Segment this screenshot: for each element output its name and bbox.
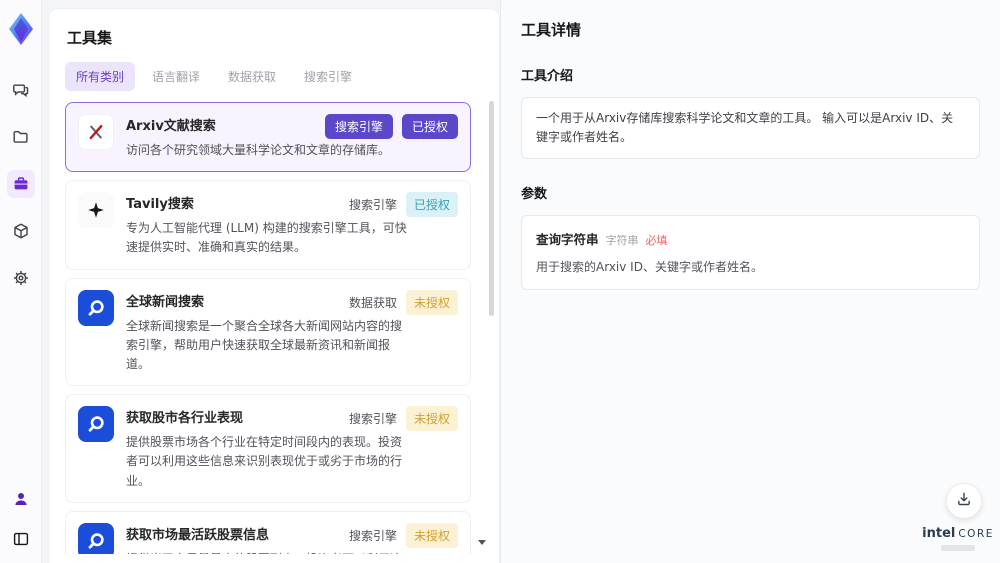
sidebar-item-models[interactable] (7, 217, 35, 245)
tool-card[interactable]: 获取市场最活跃股票信息 提供当天交易量最高的股票列表，投资者可以利用这些信息来识… (65, 510, 471, 554)
tool-description: 专为人工智能代理 (LLM) 构建的搜索引擎工具，可快速提供实时、准确和真实的结… (126, 221, 407, 255)
download-icon (956, 491, 972, 511)
tool-category-badge: 搜索引擎 (324, 114, 393, 139)
param-type: 字符串 (605, 234, 639, 248)
tool-status-badge: 已授权 (401, 114, 458, 139)
cube-icon (12, 222, 30, 240)
tool-card[interactable]: 全球新闻搜索 全球新闻搜索是一个聚合全球各大新闻网站内容的搜索引擎，帮助用户快速… (65, 277, 471, 387)
tool-description: 提供股票市场各个行业在特定时间段内的表现。投资者可以利用这些信息来识别表现优于或… (126, 435, 403, 488)
category-tab[interactable]: 语言翻译 (141, 62, 211, 91)
param-description: 用于搜索的Arxiv ID、关键字或作者姓名。 (536, 260, 763, 275)
gear-icon (12, 269, 30, 287)
sidebar-item-tools[interactable] (6, 170, 35, 198)
core-logo-text: CORE (958, 528, 994, 540)
sidebar-item-collapse[interactable] (7, 525, 35, 553)
download-button[interactable] (946, 483, 982, 519)
briefcase-icon (12, 175, 30, 193)
intel-core-badge: intel CORE (922, 526, 992, 551)
search-magnifier-icon (78, 289, 114, 326)
scrollbar-thumb[interactable] (489, 101, 494, 316)
intel-logo-text: intel (922, 526, 956, 541)
detail-title: 工具详情 (521, 21, 582, 39)
sidebar-item-settings[interactable] (7, 264, 35, 292)
folder-icon (12, 128, 30, 146)
param-name: 查询字符串 (536, 232, 599, 248)
intro-heading: 工具介绍 (521, 69, 574, 84)
arxiv-logo-icon (78, 114, 114, 150)
search-magnifier-icon (78, 522, 114, 554)
app-logo-icon (6, 12, 36, 46)
intel-badge-subtext (941, 545, 975, 551)
category-tab[interactable]: 搜索引擎 (293, 62, 363, 91)
tavily-star-icon (78, 192, 114, 229)
category-tabs: 所有类别 语言翻译 数据获取 搜索引擎 (65, 62, 483, 91)
sidebar-item-folder[interactable] (7, 123, 35, 151)
tool-description: 访问各个研究领域大量科学论文和文章的存储库。 (126, 143, 391, 157)
sidebar-item-chat[interactable] (7, 76, 35, 104)
tool-status-badge: 未授权 (405, 522, 458, 548)
tool-category-badge: 搜索引擎 (348, 412, 397, 427)
tool-category-badge: 数据获取 (348, 295, 397, 310)
tool-card[interactable]: Arxiv文献搜索 访问各个研究领域大量科学论文和文章的存储库。 搜索引擎 已授… (65, 102, 471, 173)
panel-toggle-icon (12, 530, 30, 548)
tool-category-badge: 搜索引擎 (348, 528, 397, 543)
user-icon (12, 490, 30, 508)
toolset-panel: 工具集 所有类别 语言翻译 数据获取 搜索引擎 Arxiv文献搜索 访问各个研究领域大… (48, 8, 500, 563)
chat-icon (12, 81, 30, 99)
params-heading: 参数 (521, 187, 548, 203)
param-card: 查询字符串 字符串 必填 用于搜索的Arxiv ID、关键字或作者姓名。 (521, 215, 980, 291)
tool-card[interactable]: 获取股市各行业表现 提供股票市场各个行业在特定时间段内的表现。投资者可以利用这些… (65, 394, 471, 503)
tool-category-badge: 搜索引擎 (348, 198, 397, 213)
tool-list-scrollbar[interactable] (489, 101, 494, 531)
intro-text: 一个用于从Arxiv存储库搜索科学论文和文章的工具。 输入可以是Arxiv ID… (521, 97, 980, 160)
tool-card[interactable]: Tavily搜索 专为人工智能代理 (LLM) 构建的搜索引擎工具，可快速提供实… (65, 180, 471, 270)
search-magnifier-icon (78, 406, 114, 443)
sidebar-item-user[interactable] (7, 485, 35, 513)
sidebar-bottom (7, 485, 35, 553)
tool-description: 提供当天交易量最高的股票列表，投资者可以利用这些信息来识别流动性强的股票和潜在的… (126, 550, 408, 554)
tool-status-badge: 已授权 (405, 192, 458, 218)
app-sidebar (0, 0, 42, 563)
tool-status-badge: 未授权 (405, 406, 458, 432)
tool-detail-panel: 工具详情 工具介绍 一个用于从Arxiv存储库搜索科学论文和文章的工具。 输入可… (500, 0, 1000, 563)
toolset-title: 工具集 (67, 29, 113, 47)
tool-status-badge: 未授权 (405, 289, 458, 315)
param-required-badge: 必填 (645, 234, 668, 248)
sidebar-nav (6, 76, 35, 292)
tool-description: 全球新闻搜索是一个聚合全球各大新闻网站内容的搜索引擎，帮助用户快速获取全球最新资… (126, 318, 403, 371)
category-tab[interactable]: 数据获取 (217, 62, 287, 91)
scroll-down-arrow-icon[interactable] (478, 540, 486, 545)
tool-list: Arxiv文献搜索 访问各个研究领域大量科学论文和文章的存储库。 搜索引擎 已授… (65, 102, 483, 554)
category-tab[interactable]: 所有类别 (65, 62, 136, 91)
